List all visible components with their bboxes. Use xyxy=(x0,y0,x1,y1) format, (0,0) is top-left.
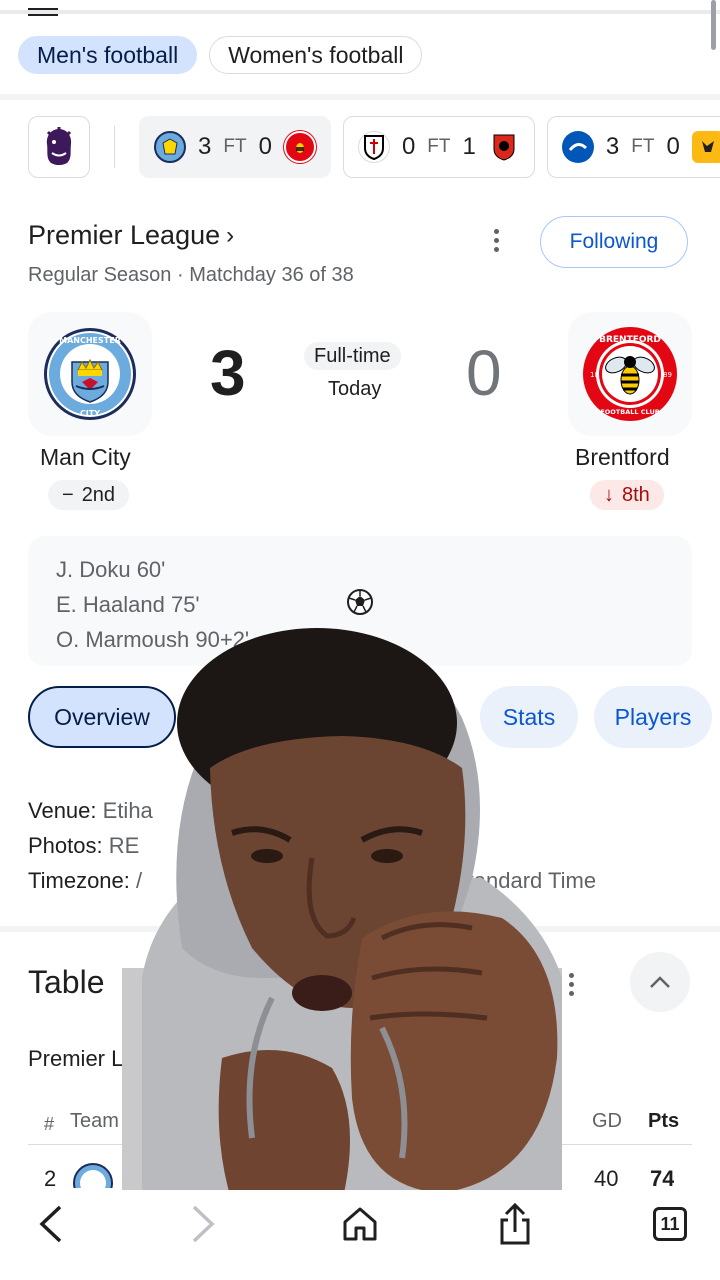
away-score: 1 xyxy=(462,133,476,160)
rank-unchanged-icon: − xyxy=(62,483,74,506)
crest-text-bottom: FOOTBALL CLUB xyxy=(600,408,659,416)
table-more-options-button[interactable] xyxy=(566,970,576,998)
crest-text-top: MANCHESTER xyxy=(59,336,121,345)
chevron-right-icon xyxy=(192,1205,215,1243)
brentford-crest-icon xyxy=(283,131,316,163)
crest-year-left: 18 xyxy=(590,371,599,379)
crest-year-right: 89 xyxy=(663,371,672,379)
man-city-crest-icon: MANCHESTER CITY xyxy=(44,328,136,420)
brighton-crest-icon xyxy=(561,131,594,163)
more-vert-dot xyxy=(493,246,499,252)
col-header-team: Team xyxy=(70,1110,119,1132)
chip-womens-football[interactable]: Women's football xyxy=(209,36,423,74)
home-team-rank: − 2nd xyxy=(48,480,130,510)
match-card-ful-bou[interactable]: 0 FT 1 xyxy=(342,116,535,178)
table-row-pts: 74 xyxy=(650,1166,675,1188)
away-score: 0 xyxy=(258,133,272,160)
share-icon xyxy=(500,1202,530,1245)
season-info: Regular Season · Matchday 36 of 38 xyxy=(28,264,354,286)
collapse-button[interactable] xyxy=(630,952,690,1012)
col-header-gd: GD xyxy=(592,1110,622,1132)
more-vert-icon xyxy=(568,972,574,978)
away-team-score: 0 xyxy=(466,337,502,409)
bournemouth-crest-icon xyxy=(487,131,520,163)
home-team-logo[interactable]: MANCHESTER CITY xyxy=(28,312,152,436)
tabs-switcher-button[interactable]: 11 xyxy=(646,1200,694,1248)
venue-label: Venue: xyxy=(28,798,97,823)
following-button[interactable]: Following xyxy=(540,216,688,268)
chevron-up-icon xyxy=(650,976,670,988)
category-chips: Men's football Women's football xyxy=(18,36,423,74)
home-score: 0 xyxy=(401,133,416,160)
rank-value: 8th xyxy=(622,483,650,506)
table-section-title: Table xyxy=(28,964,105,1000)
away-team-name[interactable]: Brentford xyxy=(575,444,670,471)
matches-strip: 3 FT 0 0 FT 1 3 FT 0 xyxy=(28,116,720,178)
match-status-badge: Full-time xyxy=(304,342,401,370)
tab-players[interactable]: Players xyxy=(594,686,712,748)
home-icon xyxy=(343,1207,377,1241)
table-row-gd: 40 xyxy=(594,1166,619,1188)
table-league-name: Premier L xyxy=(28,1046,124,1071)
away-score: 0 xyxy=(666,133,680,160)
crest-text-top: BRENTFORD xyxy=(599,335,661,345)
brentford-crest-icon: BRENTFORD FOOTBALL CLUB 18 89 xyxy=(583,327,677,421)
match-status: FT xyxy=(631,136,655,157)
league-title: Premier League xyxy=(28,220,221,250)
rank-value: 2nd xyxy=(81,483,116,506)
match-day: Today xyxy=(328,378,382,400)
premier-league-logo-button[interactable] xyxy=(28,116,90,178)
league-title-link[interactable]: Premier League › xyxy=(28,220,234,251)
match-card-bha-wol[interactable]: 3 FT 0 xyxy=(546,116,720,178)
premier-league-lion-icon xyxy=(46,127,72,165)
share-button[interactable] xyxy=(491,1200,539,1248)
chevron-left-icon xyxy=(39,1205,62,1243)
match-status: FT xyxy=(223,136,247,157)
match-card-mci-bre[interactable]: 3 FT 0 xyxy=(139,116,331,178)
home-button[interactable] xyxy=(336,1200,384,1248)
home-team-score: 3 xyxy=(210,337,246,409)
scrollbar-thumb[interactable] xyxy=(711,0,716,50)
fulham-crest-icon xyxy=(357,131,390,163)
back-button[interactable] xyxy=(26,1200,74,1248)
more-vert-dot xyxy=(568,981,574,987)
home-score: 3 xyxy=(605,133,620,160)
table-row-position: 2 xyxy=(44,1166,57,1188)
strip-separator xyxy=(114,126,115,168)
chip-mens-football[interactable]: Men's football xyxy=(18,36,198,74)
chevron-right-icon: › xyxy=(226,221,235,249)
match-status: FT xyxy=(427,136,451,157)
more-vert-icon xyxy=(493,228,499,234)
home-team-name[interactable]: Man City xyxy=(40,444,131,471)
more-vert-dot xyxy=(493,237,499,243)
col-header-pts: Pts xyxy=(648,1110,680,1132)
away-team-logo[interactable]: BRENTFORD FOOTBALL CLUB 18 89 xyxy=(568,312,692,436)
photos-label: Photos: xyxy=(28,833,103,858)
section-divider xyxy=(0,94,720,100)
more-vert-dot xyxy=(568,990,574,996)
timezone-label: Timezone: xyxy=(28,868,130,893)
forward-button[interactable] xyxy=(180,1200,228,1248)
video-overlay-person-image xyxy=(122,628,562,1202)
football-icon xyxy=(347,589,373,615)
home-score: 3 xyxy=(198,133,212,160)
col-header-position: # xyxy=(44,1114,55,1134)
wolves-crest-icon xyxy=(691,131,720,163)
tab-count: 11 xyxy=(653,1207,687,1241)
arrow-down-icon: ↓ xyxy=(604,483,614,506)
scorer-item: J. Doku 60' xyxy=(56,557,166,582)
away-team-rank: ↓ 8th xyxy=(590,480,664,510)
man-city-crest-icon xyxy=(72,1162,114,1188)
crest-text-bottom: CITY xyxy=(80,409,100,418)
top-divider xyxy=(0,10,720,14)
man-city-crest-icon xyxy=(154,131,186,163)
more-options-button[interactable] xyxy=(484,222,508,258)
